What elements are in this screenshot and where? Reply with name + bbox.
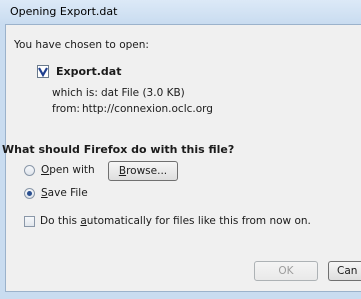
file-icon bbox=[37, 65, 49, 78]
cancel-button[interactable]: Can bbox=[328, 261, 361, 281]
save-file-access-key: S bbox=[41, 187, 48, 199]
ok-button[interactable]: OK bbox=[254, 261, 318, 281]
window-title: Opening Export.dat bbox=[10, 5, 118, 18]
from-label: from: bbox=[52, 103, 80, 115]
auto-checkbox[interactable] bbox=[24, 216, 35, 227]
save-file-radio[interactable] bbox=[24, 188, 35, 199]
save-file-label[interactable]: Save File bbox=[41, 187, 88, 199]
which-is-label: which is: bbox=[52, 87, 98, 99]
open-with-radio[interactable] bbox=[24, 165, 35, 176]
intro-text: You have chosen to open: bbox=[14, 39, 149, 51]
auto-checkbox-label[interactable]: Do this automatically for files like thi… bbox=[40, 215, 311, 227]
file-name: Export.dat bbox=[56, 65, 122, 78]
file-type-value: dat File (3.0 KB) bbox=[101, 87, 185, 99]
auto-label-after: utomatically for files like this from no… bbox=[86, 215, 311, 227]
title-bar[interactable]: Opening Export.dat bbox=[0, 0, 361, 24]
open-with-label[interactable]: Open with bbox=[41, 164, 95, 176]
dialog-content: You have chosen to open: Export.dat whic… bbox=[2, 24, 361, 292]
question-heading: What should Firefox do with this file? bbox=[2, 143, 235, 156]
dialog-window: Opening Export.dat You have chosen to op… bbox=[0, 0, 361, 299]
browse-button[interactable]: Browse... bbox=[108, 161, 178, 181]
save-file-label-rest: ave File bbox=[47, 187, 88, 199]
browse-label-rest: rowse... bbox=[126, 165, 168, 177]
source-url: http://connexion.oclc.org bbox=[82, 103, 213, 115]
browse-access-key: B bbox=[118, 165, 127, 177]
open-with-label-rest: pen with bbox=[49, 164, 95, 176]
auto-label-before: Do this bbox=[40, 215, 81, 227]
